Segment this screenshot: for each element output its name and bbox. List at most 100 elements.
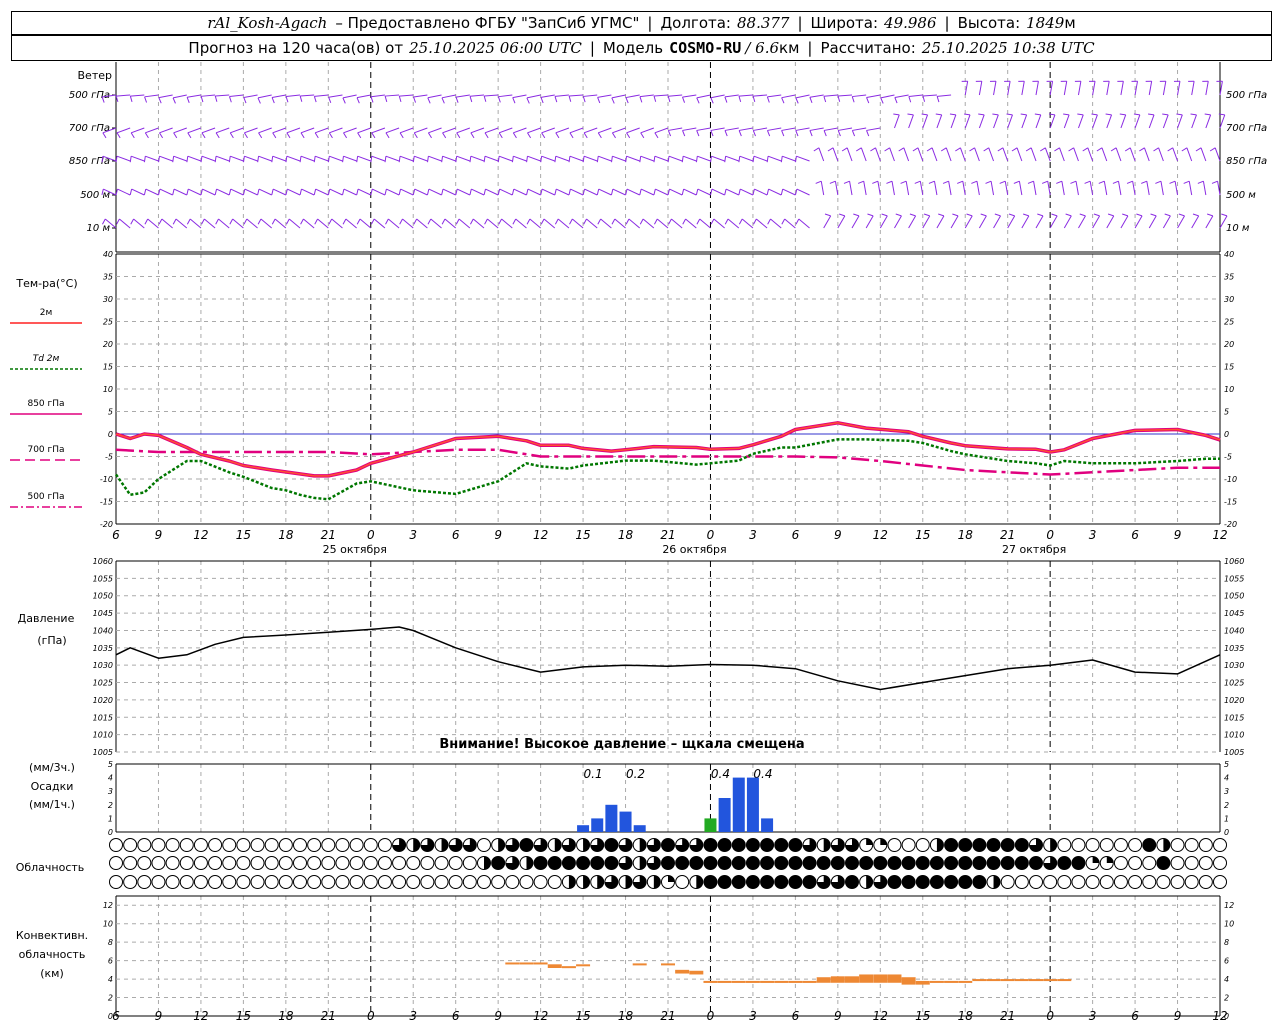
wind-barb [357, 127, 371, 134]
wind-barb-flag [922, 95, 926, 102]
wind-barb-flag [511, 156, 514, 163]
wind-barb [724, 127, 739, 131]
wind-barb-flag [186, 156, 189, 163]
cloud-symbol [1099, 875, 1114, 889]
wind-barb-flag [969, 147, 975, 152]
temp-xtick: 15 [915, 528, 930, 542]
wind-barb [456, 188, 471, 196]
wind-barb-flag [1141, 180, 1147, 184]
wind-barb-flag [483, 188, 486, 196]
wind-barb-flag [357, 132, 362, 139]
wind-barb-flag [299, 95, 303, 102]
wind-barb-flag [159, 132, 164, 139]
wind-barb-flag [426, 188, 430, 196]
wind-barb-flag [681, 188, 685, 196]
wind-barb [696, 127, 711, 131]
wind-barb [1115, 147, 1122, 162]
wind-barb-flag [1133, 113, 1140, 116]
temp-title: Тем-ра(°C) [15, 277, 77, 290]
cloud-symbol-fill [526, 856, 533, 870]
bottom-xtick: 0 [707, 1009, 715, 1023]
wind-barb-flag [1139, 147, 1145, 152]
bottom-xtick: 15 [915, 1009, 930, 1023]
wind-barb-flag [243, 97, 247, 104]
wind-barb [357, 188, 371, 196]
cloud-symbol [590, 856, 605, 870]
wind-barb-flag [1136, 213, 1143, 217]
wind-barb [189, 218, 202, 229]
wind-barb-flag [668, 218, 672, 225]
cloud-symbol [109, 838, 123, 852]
bottom-xtick: 21 [1000, 1009, 1015, 1023]
wind-barb-flag [1068, 147, 1074, 152]
wind-barb [388, 218, 400, 229]
wind-barb-flag [881, 213, 888, 217]
wind-barb [1075, 181, 1079, 196]
cloud-symbol [406, 856, 421, 870]
cloud-symbol [972, 875, 987, 889]
wind-barb [513, 155, 527, 162]
wind-barb [795, 94, 810, 99]
cloud-symbol [1014, 875, 1029, 889]
wind-barb-flag [880, 97, 884, 104]
wind-barb-flag [484, 132, 489, 139]
wind-barb-flag [384, 188, 387, 196]
cloud-symbol [208, 838, 223, 852]
wind-barb [696, 94, 711, 99]
wind-barb-flag [512, 97, 516, 104]
wind-barb-flag [413, 132, 418, 139]
wind-barb-flag [300, 132, 305, 139]
prec-ytick-right: 1 [1224, 814, 1229, 823]
wind-barb-flag [908, 96, 912, 103]
wind-barb [1018, 181, 1023, 196]
wind-barb [427, 94, 442, 99]
wind-barb [272, 127, 287, 134]
wind-barb [569, 155, 584, 162]
temp-ytick-right: 30 [1224, 295, 1234, 304]
cloud-symbol [335, 838, 350, 852]
wind-barb [116, 155, 131, 162]
wind-barb [993, 81, 997, 96]
cloud-symbol [774, 838, 789, 852]
wind-barb [1049, 114, 1056, 129]
bottom-xtick: 6 [452, 1009, 460, 1023]
cloud-symbol [236, 875, 251, 889]
wind-barb [908, 94, 923, 98]
wind-barb [1191, 81, 1195, 96]
wind-barb [1106, 215, 1115, 229]
pres-ytick-left: 1010 [93, 731, 113, 740]
cloud-symbol [1099, 838, 1114, 852]
wind-barb-flag [1025, 147, 1032, 152]
wind-barb-flag [314, 218, 319, 225]
prec-unit-3h: (мм/3ч.) [29, 761, 75, 774]
wind-barb [499, 188, 513, 196]
conv-cloud-bar [561, 966, 576, 969]
wind-barb-flag [370, 218, 375, 225]
wind-barb-flag [582, 188, 586, 196]
wind-barb [713, 218, 725, 229]
cloud-symbol [109, 875, 123, 889]
wind-barb-flag [328, 132, 333, 139]
temp-legend-label: 700 гПа [27, 445, 64, 455]
wind-barb-flag [766, 130, 771, 137]
wind-barb-flag [313, 188, 317, 196]
wind-barb-flag [681, 96, 686, 103]
wind-barb-flag [427, 132, 432, 139]
cloud-symbol [392, 875, 407, 889]
wind-barb-flag [200, 156, 203, 163]
prec-ytick-left: 2 [108, 801, 113, 810]
temp-xtick: 6 [792, 528, 800, 542]
cloud-symbol [887, 838, 902, 852]
precip-bar [591, 818, 604, 832]
wind-barb [117, 188, 131, 196]
precip-bar [704, 818, 717, 832]
temp-xtick: 12 [193, 528, 208, 542]
bottom-xtick: 12 [1212, 1009, 1227, 1023]
wind-barb [699, 218, 711, 229]
wind-level-label-right: 500 м [1226, 190, 1256, 201]
precip-bar [718, 798, 731, 832]
temp-xtick: 9 [834, 528, 842, 542]
wind-barb-flag [997, 147, 1004, 152]
bottom-xtick: 3 [749, 1009, 757, 1023]
wind-barb-flag [272, 132, 277, 139]
